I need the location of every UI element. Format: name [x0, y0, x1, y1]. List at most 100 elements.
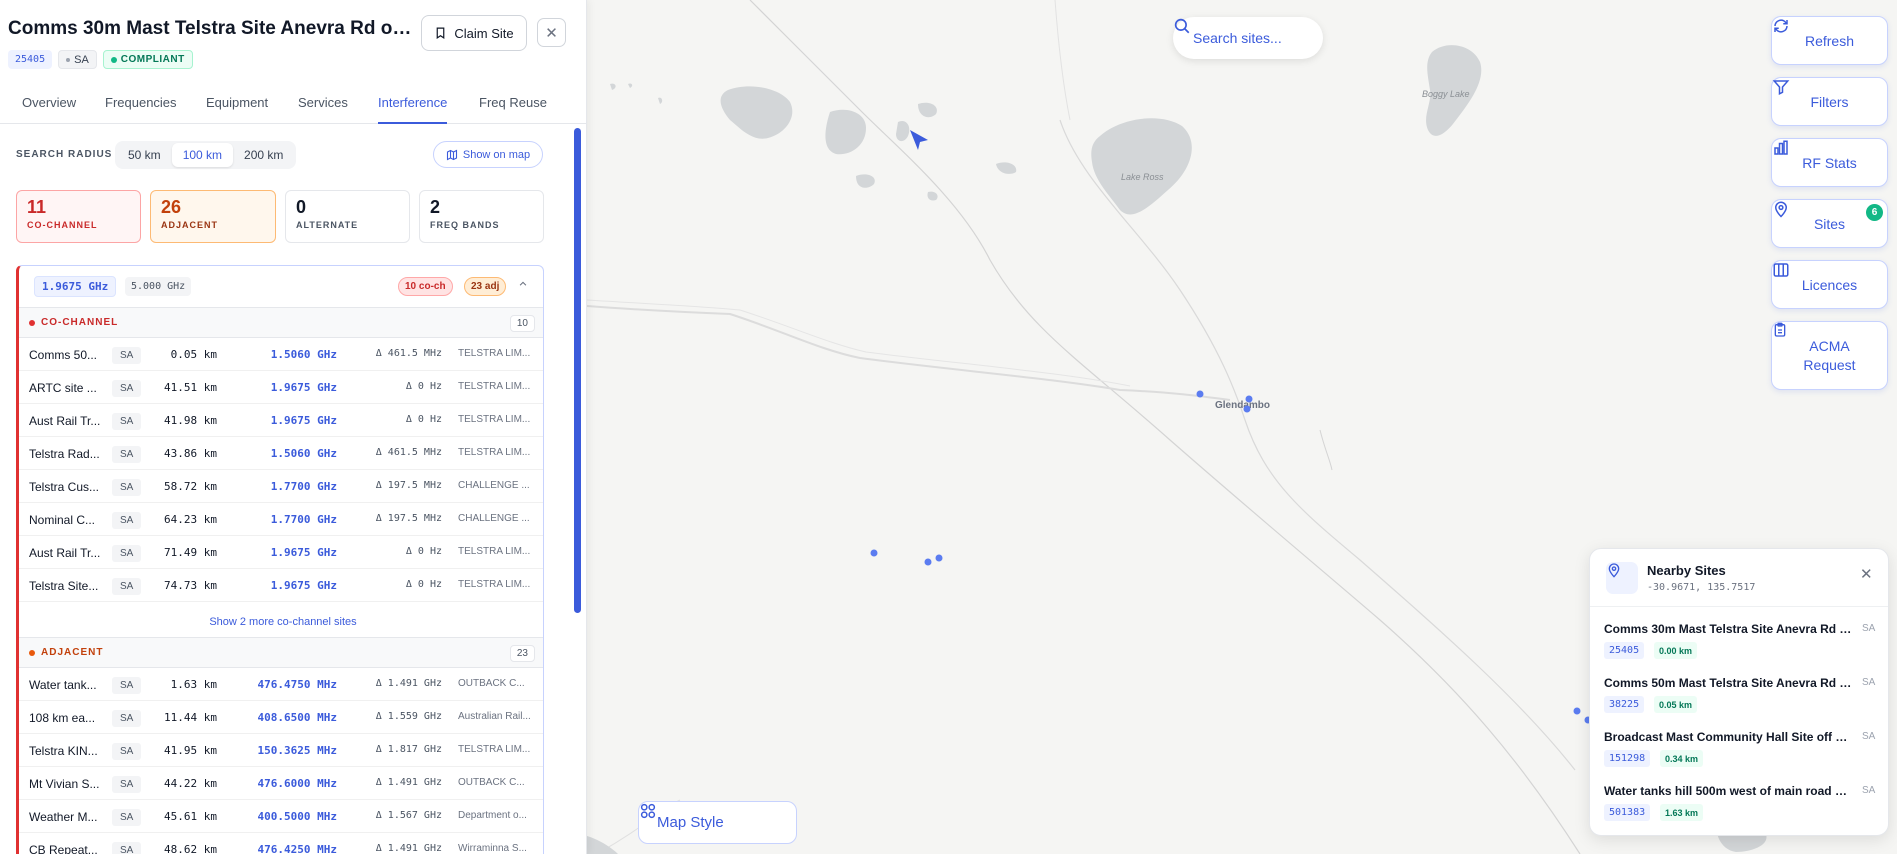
show-more-cochannel-link[interactable]: Show 2 more co-channel sites: [19, 605, 543, 638]
frequency: 1.7700 GHz: [270, 480, 337, 493]
licences-button[interactable]: Licences: [1771, 260, 1888, 309]
map-label-boggy-lake: Boggy Lake: [1422, 89, 1470, 99]
clipboard-icon: [1774, 322, 1786, 337]
claim-site-button[interactable]: Claim Site: [421, 15, 527, 51]
radius-option-100[interactable]: 100 km: [171, 143, 234, 167]
map-site-marker[interactable]: [1196, 390, 1204, 398]
nearby-title: Nearby Sites: [1647, 563, 1726, 578]
tab-services[interactable]: Services: [298, 95, 348, 124]
map-lake: [918, 102, 937, 118]
radius-option-200[interactable]: 200 km: [233, 143, 294, 167]
cochannel-title: CO-CHANNEL: [29, 317, 118, 328]
frequency-delta: Δ 0 Hz: [405, 546, 442, 557]
table-row[interactable]: Weather M... SA 45.61 km 400.5000 MHz Δ 1.56…: [19, 800, 543, 833]
licensee: TELSTRA LIM...: [458, 579, 531, 590]
map-style-button[interactable]: Map Style: [638, 801, 797, 844]
map-lake: [825, 109, 866, 155]
table-row[interactable]: Nominal C... SA 64.23 km 1.7700 GHz Δ 197.5 …: [19, 503, 543, 536]
frequency-delta: Δ 461.5 MHz: [375, 447, 442, 458]
map-lake: [856, 174, 875, 188]
radius-option-50[interactable]: 50 km: [117, 143, 172, 167]
table-row[interactable]: CB Repeat... SA 48.62 km 476.4250 MHz Δ 1.49…: [19, 833, 543, 854]
close-icon: ✕: [545, 24, 558, 42]
map-lake: [896, 120, 910, 142]
table-row[interactable]: Telstra KIN... SA 41.95 km 150.3625 MHz Δ 1.…: [19, 734, 543, 767]
tab-freq-reuse[interactable]: Freq Reuse: [479, 95, 547, 124]
acma-request-button[interactable]: ACMA Request: [1771, 321, 1888, 390]
map-search[interactable]: Search sites...: [1173, 17, 1323, 59]
table-row[interactable]: Aust Rail Tr... SA 41.98 km 1.9675 GHz Δ 0 H…: [19, 404, 543, 437]
close-icon[interactable]: ✕: [1860, 565, 1873, 583]
site-name: Telstra KIN...: [29, 744, 98, 758]
show-on-map-button[interactable]: Show on map: [433, 141, 543, 168]
distance: 41.51 km: [164, 381, 217, 394]
map-site-marker[interactable]: [870, 549, 878, 557]
tab-frequencies[interactable]: Frequencies: [105, 95, 177, 124]
table-row[interactable]: Telstra Rad... SA 43.86 km 1.5060 GHz Δ 461.…: [19, 437, 543, 470]
table-row[interactable]: Telstra Cus... SA 58.72 km 1.7700 GHz Δ 197.…: [19, 470, 543, 503]
stat-label: CO-CHANNEL: [27, 220, 98, 230]
map-lake-ross: [1091, 118, 1192, 215]
site-name: CB Repeat...: [29, 843, 98, 854]
nearby-item-state: SA: [1862, 677, 1876, 688]
grid-icon: [640, 803, 656, 819]
site-detail-panel: Comms 30m Mast Telstra Site Anevra Rd of…: [0, 0, 587, 854]
table-row[interactable]: Aust Rail Tr... SA 71.49 km 1.9675 GHz Δ 0 H…: [19, 536, 543, 569]
tab-overview[interactable]: Overview: [22, 95, 76, 124]
map-pin-icon: [1608, 563, 1620, 578]
frequency-delta: Δ 1.817 GHz: [375, 744, 442, 755]
table-row[interactable]: Mt Vivian S... SA 44.22 km 476.6000 MHz Δ 1.…: [19, 767, 543, 800]
compliance-label: COMPLIANT: [120, 54, 185, 65]
state-tag: SA: [112, 545, 142, 562]
table-row[interactable]: Telstra Site... SA 74.73 km 1.9675 GHz Δ 0 H…: [19, 569, 543, 602]
map-site-marker[interactable]: [1573, 707, 1581, 715]
close-panel-button[interactable]: ✕: [537, 18, 566, 47]
map-site-marker[interactable]: [1245, 395, 1253, 403]
nearby-item[interactable]: Comms 50m Mast Telstra Site Anevra Rd of…: [1590, 676, 1888, 730]
stat-value: 26: [161, 197, 182, 217]
rf-stats-button[interactable]: RF Stats: [1771, 138, 1888, 187]
divider: [1590, 606, 1888, 607]
tab-interference[interactable]: Interference: [378, 95, 448, 124]
licensee: TELSTRA LIM...: [458, 348, 531, 359]
map-site-marker[interactable]: [1243, 405, 1251, 413]
nearby-item-state: SA: [1862, 785, 1876, 796]
nearby-item[interactable]: Comms 30m Mast Telstra Site Anevra Rd of…: [1590, 622, 1888, 676]
nearby-item[interactable]: Broadcast Mast Community Hall Site off R…: [1590, 730, 1888, 784]
scrollbar-thumb[interactable]: [574, 128, 581, 613]
table-row[interactable]: 108 km ea... SA 11.44 km 408.6500 MHz Δ 1.55…: [19, 701, 543, 734]
frequency: 1.5060 GHz: [270, 447, 337, 460]
nearby-item-state: SA: [1862, 623, 1876, 634]
licensee: Wirraminna S...: [458, 843, 527, 854]
frequency: 400.5000 MHz: [257, 810, 337, 823]
map-road: [1054, 0, 1071, 121]
state-tag: SA: [112, 710, 142, 727]
panel-scrollbar[interactable]: [574, 128, 582, 854]
nearby-item[interactable]: Water tanks hill 500m west of main road …: [1590, 784, 1888, 835]
frequency-delta: Δ 0 Hz: [405, 414, 442, 425]
frequency-group-card: 1.9675 GHz 5.000 GHz 10 co-ch 23 adj CO-…: [16, 265, 544, 854]
table-row[interactable]: Comms 50... SA 0.05 km 1.5060 GHz Δ 461.5 MH…: [19, 338, 543, 371]
rf-stats-label: RF Stats: [1802, 154, 1857, 171]
filters-button[interactable]: Filters: [1771, 77, 1888, 126]
site-name: Mt Vivian S...: [29, 777, 100, 791]
tab-equipment[interactable]: Equipment: [206, 95, 268, 124]
chevron-up-icon[interactable]: [518, 278, 528, 292]
frequency: 1.9675 GHz: [270, 414, 337, 427]
map-site-marker[interactable]: [935, 554, 943, 562]
nearby-item-state: SA: [1862, 731, 1876, 742]
state-tag: SA: [112, 512, 142, 529]
map-lake: [610, 83, 663, 104]
sites-button[interactable]: Sites 6: [1771, 199, 1888, 248]
table-row[interactable]: ARTC site ... SA 41.51 km 1.9675 GHz Δ 0 Hz T…: [19, 371, 543, 404]
table-row[interactable]: Water tank... SA 1.63 km 476.4750 MHz Δ 1.49…: [19, 668, 543, 701]
map-site-marker[interactable]: [924, 558, 932, 566]
frequency-delta: Δ 1.491 GHz: [375, 843, 442, 854]
state-tag: SA: [112, 347, 142, 364]
acma-request-label: ACMA Request: [1803, 337, 1856, 373]
refresh-icon: [1774, 19, 1788, 33]
frequency-group-header[interactable]: 1.9675 GHz 5.000 GHz 10 co-ch 23 adj: [19, 266, 543, 308]
search-placeholder: Search sites...: [1193, 30, 1282, 46]
refresh-button[interactable]: Refresh: [1771, 16, 1888, 65]
licensee: TELSTRA LIM...: [458, 414, 531, 425]
